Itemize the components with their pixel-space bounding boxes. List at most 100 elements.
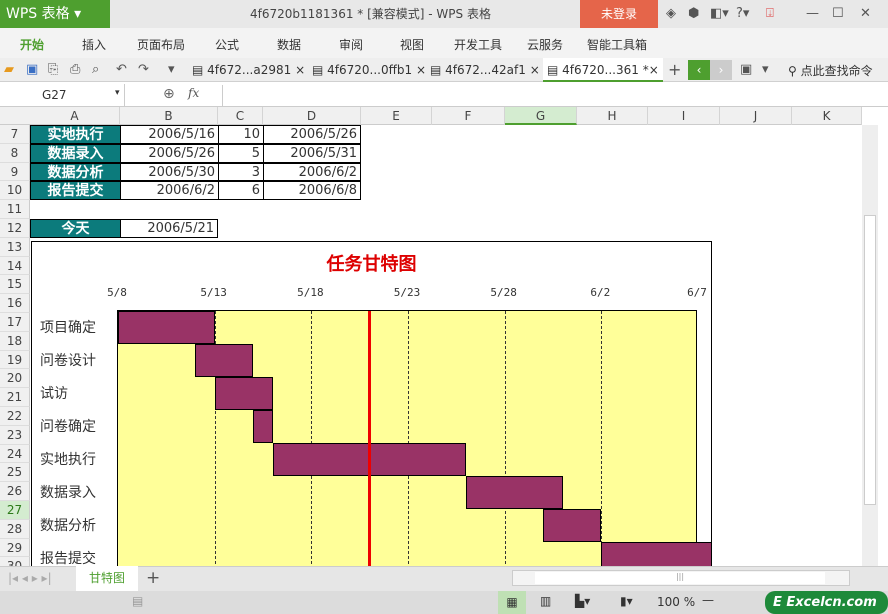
column-header-G[interactable]: G bbox=[505, 107, 577, 125]
close-tab-icon[interactable]: × bbox=[416, 63, 426, 77]
end-date-cell[interactable]: 2006/5/26 bbox=[263, 125, 361, 144]
end-date-cell[interactable]: 2006/6/2 bbox=[263, 162, 361, 182]
menu-view[interactable]: 视图 bbox=[400, 36, 424, 53]
row-header-20[interactable]: 20 bbox=[0, 369, 30, 389]
close-tab-icon[interactable]: × bbox=[649, 63, 659, 77]
start-date-cell[interactable]: 2006/5/30 bbox=[120, 162, 219, 182]
menu-review[interactable]: 审阅 bbox=[339, 36, 363, 53]
normal-view-icon[interactable]: ▦ bbox=[498, 591, 526, 614]
menu-toolbox[interactable]: 智能工具箱 bbox=[587, 36, 647, 53]
name-box[interactable]: G27 bbox=[0, 84, 125, 106]
row-header-26[interactable]: 26 bbox=[0, 482, 30, 501]
row-header-12[interactable]: 12 bbox=[0, 219, 30, 238]
row-header-22[interactable]: 22 bbox=[0, 407, 30, 426]
doc-tab[interactable]: ▤ 4f672...42af1 × bbox=[426, 58, 540, 82]
gantt-chart[interactable]: 任务甘特图 5/8 5/13 5/18 5/23 5/28 6/2 6/7 项目确定 问卷设计… bbox=[31, 241, 712, 571]
help-icon[interactable]: ?▾ bbox=[736, 6, 749, 21]
end-date-cell[interactable]: 2006/5/31 bbox=[263, 143, 361, 163]
zoom-level[interactable]: 100 % bbox=[657, 595, 695, 609]
settings-icon[interactable]: ⬢ bbox=[688, 6, 699, 21]
menu-data[interactable]: 数据 bbox=[277, 36, 301, 53]
duration-cell[interactable]: 10 bbox=[218, 125, 264, 144]
duration-cell[interactable]: 6 bbox=[218, 181, 264, 201]
page-break-view-icon[interactable]: ▥ bbox=[540, 594, 551, 608]
start-date-cell[interactable]: 2006/5/16 bbox=[120, 125, 219, 144]
download-icon[interactable]: ⍗ bbox=[766, 6, 774, 21]
task-name-cell[interactable]: 数据分析 bbox=[30, 162, 121, 182]
row-header-15[interactable]: 15 bbox=[0, 275, 30, 295]
formula-input[interactable] bbox=[222, 85, 888, 106]
vertical-scrollbar[interactable] bbox=[862, 125, 878, 566]
feedback-icon[interactable]: ◧▾ bbox=[710, 6, 729, 21]
more-dropdown-icon[interactable]: ▾ bbox=[168, 62, 175, 77]
undo-icon[interactable]: ↶ bbox=[116, 62, 127, 77]
name-box-dropdown-icon[interactable]: ▾ bbox=[115, 88, 120, 98]
doc-tab[interactable]: ▤ 4f6720...0ffb1 × bbox=[308, 58, 426, 82]
wps-menu-button[interactable]: WPS 表格 ▾ bbox=[0, 0, 110, 28]
row-header-28[interactable]: 28 bbox=[0, 519, 30, 539]
gantt-bar[interactable] bbox=[195, 344, 254, 377]
row-header-7[interactable]: 7 bbox=[0, 125, 30, 144]
column-header-F[interactable]: F bbox=[432, 107, 505, 125]
scroll-thumb[interactable] bbox=[864, 215, 876, 505]
row-header-25[interactable]: 25 bbox=[0, 463, 30, 483]
row-header-23[interactable]: 23 bbox=[0, 425, 30, 445]
row-header-9[interactable]: 9 bbox=[0, 162, 30, 182]
reading-mode-icon[interactable]: ▮▾ bbox=[620, 594, 633, 608]
menu-page-layout[interactable]: 页面布局 bbox=[137, 36, 185, 53]
tab-list-icon[interactable]: ▣ bbox=[740, 62, 752, 77]
row-header-10[interactable]: 10 bbox=[0, 181, 30, 201]
row-header-14[interactable]: 14 bbox=[0, 256, 30, 276]
pin-icon[interactable]: ▾ bbox=[762, 62, 769, 77]
scroll-thumb[interactable]: ||| bbox=[535, 572, 825, 584]
save-icon[interactable]: ▣ bbox=[26, 62, 38, 77]
sheet-tab-gantt[interactable]: 甘特图 bbox=[76, 566, 138, 591]
menu-developer[interactable]: 开发工具 bbox=[454, 36, 502, 53]
start-date-cell[interactable]: 2006/6/2 bbox=[120, 181, 219, 201]
row-header-29[interactable]: 29 bbox=[0, 538, 30, 558]
row-header-13[interactable]: 13 bbox=[0, 237, 30, 257]
preview-icon[interactable]: ⌕ bbox=[92, 62, 99, 77]
task-name-cell[interactable]: 实地执行 bbox=[30, 125, 121, 144]
sheet-list-icon[interactable]: ▤ bbox=[132, 594, 143, 608]
close-tab-icon[interactable]: × bbox=[295, 63, 305, 77]
row-header-24[interactable]: 24 bbox=[0, 444, 30, 464]
today-label[interactable]: 今天 bbox=[30, 219, 121, 238]
search-command[interactable]: ⚲ 点此查找命令 bbox=[788, 62, 873, 79]
doc-tab[interactable]: ▤ 4f672...a2981 × bbox=[188, 58, 305, 82]
horizontal-scrollbar[interactable]: ||| bbox=[512, 570, 850, 586]
row-header-8[interactable]: 8 bbox=[0, 143, 30, 163]
zoom-out-icon[interactable]: — bbox=[702, 593, 714, 607]
gantt-bar[interactable] bbox=[466, 476, 563, 509]
tab-next-icon[interactable]: › bbox=[710, 60, 732, 80]
task-name-cell[interactable]: 报告提交 bbox=[30, 181, 121, 201]
menu-cloud[interactable]: 云服务 bbox=[527, 36, 563, 53]
row-header-19[interactable]: 19 bbox=[0, 350, 30, 370]
add-sheet-icon[interactable]: + bbox=[146, 568, 160, 588]
menu-formula[interactable]: 公式 bbox=[215, 36, 239, 53]
column-header-A[interactable]: A bbox=[30, 107, 120, 125]
menu-home[interactable]: 开始 bbox=[20, 36, 44, 53]
row-header-16[interactable]: 16 bbox=[0, 294, 30, 313]
new-tab-icon[interactable]: + bbox=[668, 60, 681, 79]
close-tab-icon[interactable]: × bbox=[530, 63, 540, 77]
end-date-cell[interactable]: 2006/6/8 bbox=[263, 181, 361, 201]
column-header-C[interactable]: C bbox=[218, 107, 263, 125]
task-name-cell[interactable]: 数据录入 bbox=[30, 143, 121, 163]
sheet-nav-icon[interactable]: |◂ ◂ ▸ ▸| bbox=[8, 571, 52, 585]
maximize-icon[interactable]: ☐ bbox=[832, 6, 844, 21]
column-header-I[interactable]: I bbox=[648, 107, 720, 125]
column-header-D[interactable]: D bbox=[263, 107, 361, 125]
close-icon[interactable]: ✕ bbox=[860, 6, 871, 21]
login-button[interactable]: 未登录 bbox=[580, 0, 658, 28]
row-header-17[interactable]: 17 bbox=[0, 313, 30, 332]
tab-prev-icon[interactable]: ‹ bbox=[688, 60, 710, 80]
column-header-B[interactable]: B bbox=[120, 107, 218, 125]
column-header-J[interactable]: J bbox=[720, 107, 792, 125]
gantt-bar[interactable] bbox=[543, 509, 602, 542]
column-header-K[interactable]: K bbox=[792, 107, 862, 125]
gantt-bar[interactable] bbox=[118, 311, 215, 344]
fx-button[interactable]: fx bbox=[188, 86, 199, 100]
menu-insert[interactable]: 插入 bbox=[82, 36, 106, 53]
row-header-11[interactable]: 11 bbox=[0, 200, 30, 219]
